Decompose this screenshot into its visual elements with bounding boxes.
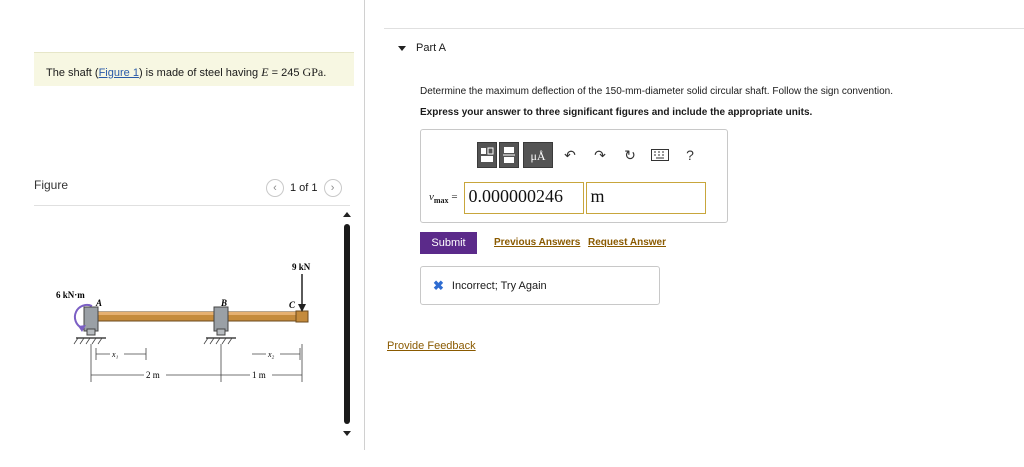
modulus-symbol: E <box>261 65 269 79</box>
incorrect-icon: ✖ <box>433 277 444 293</box>
question-text: Determine the maximum deflection of the … <box>420 86 893 97</box>
collapse-icon[interactable] <box>398 45 406 51</box>
instruction-text: Express your answer to three significant… <box>420 107 813 118</box>
next-figure-button[interactable]: › <box>323 179 342 197</box>
problem-text-middle: ) is made of steel having <box>138 67 262 79</box>
fraction-icon[interactable] <box>499 142 519 168</box>
shaft-highlight <box>92 312 304 315</box>
units-button[interactable]: μÅ <box>523 142 553 168</box>
prev-figure-button[interactable]: ‹ <box>266 179 284 197</box>
undo-icon[interactable]: ↶ <box>557 142 583 168</box>
submit-button[interactable]: Submit <box>420 232 477 254</box>
answer-unit-field[interactable]: m <box>585 182 706 214</box>
dim-label-1: 2 m <box>146 370 160 380</box>
shaft-end-cap <box>295 310 309 323</box>
problem-statement: The shaft (Figure 1) is made of steel ha… <box>34 52 354 86</box>
problem-text-equals: = 245 <box>268 67 303 79</box>
x1-label: x₁ <box>111 350 119 359</box>
previous-answers-link[interactable]: Previous Answers <box>494 237 580 248</box>
template-icon[interactable] <box>477 142 497 168</box>
left-panel: The shaft (Figure 1) is made of steel ha… <box>0 0 364 467</box>
keyboard-icon[interactable] <box>647 142 673 168</box>
answer-row: vmax = 0.000000246 m <box>429 182 706 214</box>
scroll-up-icon[interactable] <box>343 212 351 217</box>
point-c-label: C <box>289 300 296 310</box>
figure-title: Figure <box>34 178 69 192</box>
reset-icon[interactable]: ↻ <box>617 142 643 168</box>
help-icon[interactable]: ? <box>677 142 703 168</box>
part-header[interactable]: Part A <box>398 42 446 54</box>
x2-label: x₂ <box>267 350 275 359</box>
provide-feedback-link[interactable]: Provide Feedback <box>387 340 476 352</box>
figure-divider <box>34 205 350 206</box>
redo-icon[interactable]: ↷ <box>587 142 613 168</box>
panel-divider <box>364 0 365 450</box>
figure-page-count: 1 of 1 <box>290 182 318 194</box>
moment-label: 6 kN·m <box>56 290 85 300</box>
problem-text-prefix: The shaft ( <box>46 67 99 79</box>
top-divider <box>384 28 1024 29</box>
modulus-unit: GPa <box>302 65 324 79</box>
feedback-message: ✖ Incorrect; Try Again <box>420 266 660 305</box>
shaft-diagram: 6 kN·m 9 kN A B C x₁ x₂ 2 m 1 m <box>56 262 311 382</box>
figure-pager: ‹ 1 of 1 › <box>266 178 342 198</box>
scroll-down-icon[interactable] <box>343 431 351 436</box>
force-label: 9 kN <box>292 262 311 272</box>
answer-label: vmax = <box>429 190 458 206</box>
dim-label-2: 1 m <box>252 370 266 380</box>
figure-scrollbar[interactable] <box>343 212 351 438</box>
problem-text-suffix: . <box>323 67 327 79</box>
point-a-label: A <box>95 298 102 308</box>
scroll-thumb[interactable] <box>344 224 350 424</box>
figure-link[interactable]: Figure 1 <box>99 67 139 79</box>
point-b-label: B <box>220 298 227 308</box>
request-answer-link[interactable]: Request Answer <box>588 237 666 248</box>
answer-panel: μÅ ↶ ↷ ↻ ? vmax = 0.000000246 m <box>420 129 728 223</box>
feedback-text: Incorrect; Try Again <box>451 279 547 292</box>
answer-value-field[interactable]: 0.000000246 <box>463 182 584 214</box>
math-toolbar: μÅ ↶ ↷ ↻ ? <box>477 142 703 168</box>
part-title: Part A <box>416 42 446 54</box>
